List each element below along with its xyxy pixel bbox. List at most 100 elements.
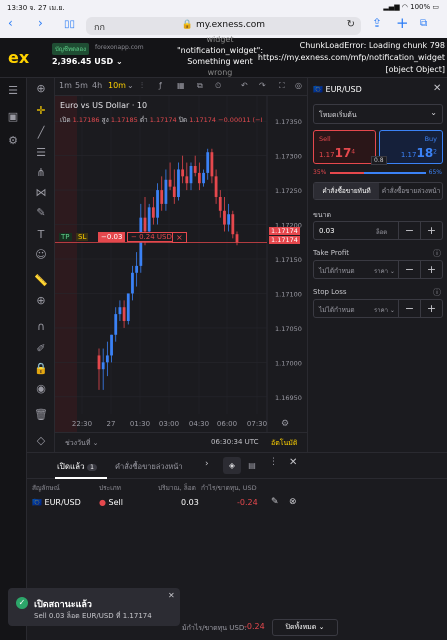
toast-close-icon[interactable]: ✕ [168, 591, 175, 600]
text-icon[interactable]: T [31, 228, 51, 244]
address-bar[interactable]: กก 🔒 my.exness.com ↻ [86, 17, 361, 35]
x-tick-label: 04:30 [189, 420, 209, 428]
tabs-icon[interactable]: ⧉ [420, 18, 427, 29]
candle-body [235, 234, 239, 243]
col-symbol: สัญลักษณ์ [32, 484, 60, 492]
volume-field[interactable]: 0.03 ล็อต − + [313, 221, 443, 240]
layout-icon[interactable]: ▦ [177, 81, 185, 90]
tp-decrease-button[interactable]: − [398, 261, 420, 278]
channel-icon[interactable]: ☰ [31, 146, 51, 162]
chart-canvas[interactable]: 1.173501.173001.172501.172001.171501.171… [55, 96, 307, 432]
stop-loss-tag[interactable]: SL [76, 233, 89, 241]
price-chart[interactable]: 1.17350 1.17300 1.17250 1.17200 1.17150 1.171… [55, 96, 307, 432]
timeframe-1m[interactable]: 1m [59, 81, 72, 90]
candle-body [197, 172, 201, 184]
status-time: 13:30 จ. 27 เม.ย. [7, 4, 65, 12]
fullscreen-icon[interactable]: ⛶ [279, 81, 285, 91]
candle-type-icon[interactable]: ⫶ [141, 81, 143, 91]
close-all-button[interactable]: ปิดทั้งหมด ⌄ [272, 619, 338, 636]
timeframe-4h[interactable]: 4h [92, 81, 102, 90]
zoom-icon[interactable]: ⊕ [31, 294, 51, 310]
timeframe-5m[interactable]: 5m [75, 81, 88, 90]
reload-icon[interactable]: ↻ [347, 19, 355, 30]
edit-position-icon[interactable]: ✎ [271, 497, 279, 507]
emoji-icon[interactable]: ☺ [31, 248, 51, 264]
row-type: ● Sell [99, 498, 123, 507]
eye-icon[interactable]: ◉ [31, 382, 51, 398]
tab-market-order[interactable]: คำสั่งซื้อขายทันที [314, 183, 379, 199]
close-position-button[interactable]: × [172, 232, 187, 243]
sl-decrease-button[interactable]: − [398, 300, 420, 317]
compare-icon[interactable]: ⧉ [197, 81, 203, 91]
candle-body [151, 207, 155, 218]
fibonacci-icon[interactable]: ⋈ [31, 186, 51, 202]
close-panel-icon[interactable]: ✕ [433, 83, 441, 94]
alert-icon[interactable]: ⏲ [215, 81, 221, 91]
exness-logo[interactable]: ex [8, 48, 29, 67]
calendar-icon[interactable]: ▣ [3, 110, 23, 126]
hide-icon[interactable]: ◇ [31, 434, 51, 450]
x-tick-label: 03:00 [159, 420, 179, 428]
volume-decrease-button[interactable]: − [398, 222, 420, 239]
snapshot-icon[interactable]: ◎ [295, 81, 302, 90]
buy-button[interactable]: Buy 1.17182 [379, 130, 443, 164]
stop-loss-field[interactable]: ไม่ได้กำหนด ราคา ⌄ − + [313, 299, 443, 318]
close-positions-icon[interactable]: ✕ [289, 457, 297, 468]
tab-pending-order[interactable]: คำสั่งซื้อขายล่วงหน้า [379, 183, 443, 199]
volume-increase-button[interactable]: + [420, 222, 442, 239]
undo-icon[interactable]: ↶ [241, 81, 248, 90]
timeframe-10m[interactable]: 10m [108, 81, 126, 90]
trendline-icon[interactable]: ╱ [31, 126, 51, 142]
position-volume-tag[interactable]: −0.03 [98, 232, 126, 242]
brush-icon[interactable]: ✎ [31, 206, 51, 222]
timeframe-dropdown-icon[interactable]: ⌄ [127, 81, 134, 90]
new-tab-icon[interactable]: + [396, 14, 409, 32]
auto-scale-toggle[interactable]: อัตโนมัติ [271, 438, 297, 449]
lock-drawing-icon[interactable]: ✐ [31, 342, 51, 358]
ruler-icon[interactable]: 📏 [31, 274, 51, 290]
trash-icon[interactable]: 🗑 [31, 408, 51, 424]
forward-icon[interactable]: › [38, 16, 43, 30]
candle-body [105, 355, 109, 363]
row-volume: 0.03 [181, 498, 199, 507]
sell-sentiment: 35% [313, 169, 327, 176]
account-type-badge: บัญชีทดลอง [52, 43, 90, 55]
pitchfork-icon[interactable]: ⋔ [31, 166, 51, 182]
lock-icon[interactable]: 🔒 [31, 362, 51, 378]
stop-loss-info-icon[interactable]: ⓘ [433, 287, 441, 298]
account-balance[interactable]: 2,396.45 USD ⌄ [52, 57, 123, 66]
tabs-next-icon[interactable]: › [205, 459, 209, 469]
settings-icon[interactable]: ⚙ [3, 134, 23, 150]
take-profit-field[interactable]: ไม่ได้กำหนด ราคา ⌄ − + [313, 260, 443, 279]
redo-icon[interactable]: ↷ [259, 81, 266, 90]
tab-pending-orders[interactable]: คำสั่งซื้อขายล่วงหน้า [115, 461, 183, 473]
tp-increase-button[interactable]: + [420, 261, 442, 278]
ohlc-readout: เปิด 1.17186 สูง 1.17185 ต่ำ 1.17174 ปิด… [60, 116, 263, 124]
url-host: 🔒 my.exness.com [181, 20, 266, 30]
sell-button[interactable]: Sell 1.17174 [313, 130, 376, 164]
sl-increase-button[interactable]: + [420, 300, 442, 317]
candle-body [181, 169, 185, 177]
more-options-icon[interactable]: ⋮ [269, 457, 278, 467]
add-icon[interactable]: ⊕ [31, 82, 51, 98]
menu-icon[interactable]: ☰ [3, 84, 23, 100]
order-mode-select[interactable]: โหมดเริ่มต้น ⌄ [313, 104, 443, 124]
take-profit-info-icon[interactable]: ⓘ [433, 248, 441, 259]
table-row[interactable]: 🇪🇺 EUR/USD ● Sell 0.03 -0.24 ✎ ⊗ [27, 494, 307, 512]
tab-open-positions[interactable]: เปิดแล้ว 1 [57, 460, 97, 473]
date-range-selector[interactable]: ช่วงวันที่ ⌄ [65, 438, 99, 449]
drawing-toolbar: ⊕ ✛ ╱ ☰ ⋔ ⋈ ✎ T ☺ 📏 ⊕ ∩ ✐ 🔒 ◉ 🗑 ◇ [27, 78, 55, 452]
take-profit-tag[interactable]: TP [59, 233, 72, 241]
view-list-icon[interactable]: ▤ [243, 457, 261, 474]
candle-body [97, 355, 101, 370]
candle-body [231, 214, 235, 235]
indicators-icon[interactable]: ƒ [159, 81, 162, 90]
bookmarks-icon[interactable]: ▯▯ [64, 19, 75, 30]
back-icon[interactable]: ‹ [8, 16, 13, 30]
toast-title: เปิดสถานะแล้ว [34, 600, 92, 610]
close-position-icon[interactable]: ⊗ [289, 497, 297, 507]
view-grouped-icon[interactable]: ◈ [223, 457, 241, 474]
magnet-icon[interactable]: ∩ [31, 320, 51, 336]
share-icon[interactable]: ⇪ [372, 16, 382, 30]
crosshair-icon[interactable]: ✛ [31, 104, 51, 120]
